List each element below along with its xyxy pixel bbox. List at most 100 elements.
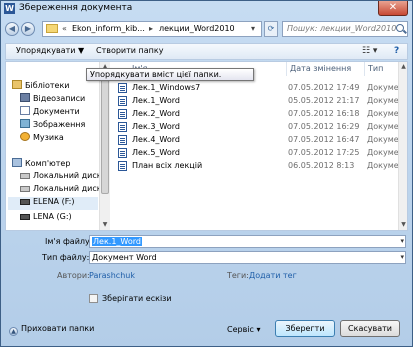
nav-item-music[interactable]: Музика [20,132,64,145]
column-header-type[interactable]: Тип [368,64,383,73]
word-document-icon [118,161,127,171]
file-row[interactable]: Лек.3_Word 07.05.2012 16:29 Документ M [110,121,407,134]
file-name: План всіх лекцій [132,161,203,170]
breadcrumb-part-current[interactable]: лекции_Word2010 [159,24,235,33]
file-date: 07.05.2012 16:29 [288,122,360,131]
word-document-icon [118,83,127,93]
computer-icon [12,158,22,167]
scroll-down-icon[interactable]: ▼ [100,220,110,230]
removable-drive-icon [20,214,30,220]
hide-folders-label: Приховати папки [21,324,95,333]
filetype-select[interactable]: Документ Word ▾ [89,251,406,264]
organize-button[interactable]: Упорядкувати ▼ [16,46,84,55]
pictures-library-icon [20,119,30,128]
save-thumbnail-checkbox[interactable] [89,294,98,303]
column-header-date[interactable]: Дата змінення [290,64,351,73]
scroll-thumb[interactable] [101,74,109,194]
word-document-icon [118,148,127,158]
file-row[interactable]: Лек.4_Word 07.05.2012 16:47 Документ M [110,134,407,147]
nav-item-computer[interactable]: Комп'ютер [12,158,70,171]
file-name: Лек.2_Word [132,109,180,118]
help-icon[interactable]: ? [394,46,399,58]
folder-icon [46,24,58,33]
file-date: 06.05.2012 8:13 [288,161,355,170]
command-toolbar: Упорядкувати ▼ Створити папку ☷ ▾ ? [5,43,408,60]
address-bar[interactable]: « Ekon_inform_kib... ▸ лекции_Word2010 ▾ [42,21,262,37]
nav-item-pictures[interactable]: Зображення [20,119,85,132]
file-list-scrollbar[interactable]: ▲ ▼ [398,62,407,230]
local-disk-icon [20,186,30,192]
hide-folders-button[interactable]: ▲ Приховати папки [9,324,94,336]
column-divider[interactable] [286,62,287,76]
word-app-icon: W [4,3,15,14]
breadcrumb-separator[interactable]: ▸ [149,24,153,33]
breadcrumb-part-parent[interactable]: Ekon_inform_kib... [72,24,145,33]
file-name: Лек.1_Windows7 [132,83,201,92]
tools-menu-button[interactable]: Сервіс ▾ [227,325,260,334]
nav-item-lena-g[interactable]: LENA (G:) [20,212,72,225]
filetype-label: Тип файлу: [42,253,90,262]
nav-item-videos[interactable]: Відеозаписи [20,93,85,106]
collapse-icon: ▲ [9,327,18,336]
file-date: 07.05.2012 17:49 [288,83,360,92]
word-document-icon [118,122,127,132]
nav-item-elena-f[interactable]: ELENA (F:) [8,197,98,210]
file-row[interactable]: Лек.1_Word 05.05.2012 21:17 Документ M [110,95,407,108]
filename-label: Ім'я файлу: [45,237,93,246]
authors-label: Автори: [57,271,90,280]
music-library-icon [20,132,30,141]
forward-button[interactable]: ▶ [21,22,35,36]
breadcrumb-overflow[interactable]: « [62,24,67,33]
scroll-down-icon[interactable]: ▼ [399,220,407,230]
scroll-up-icon[interactable]: ▲ [399,62,407,72]
navigation-pane-scrollbar[interactable]: ▲ ▼ [99,62,110,230]
removable-drive-icon [20,199,30,205]
nav-item-libraries[interactable]: Бібліотеки [12,80,70,93]
nav-item-local-disk-d[interactable]: Локальний диск [20,184,102,197]
file-name: Лек.4_Word [132,135,180,144]
file-row[interactable]: Лек.2_Word 07.05.2012 16:18 Документ M [110,108,407,121]
title-bar: W Збереження документа ✕ [1,1,412,17]
save-button[interactable]: Зберегти [275,320,335,337]
file-row[interactable]: План всіх лекцій 06.05.2012 8:13 Докумен… [110,160,407,173]
new-folder-button[interactable]: Створити папку [96,46,163,55]
filename-value: Лек.1_Word [92,237,142,246]
navigation-bar: ◀ ▶ « Ekon_inform_kib... ▸ лекции_Word20… [1,19,412,41]
tags-label: Теги: [227,271,249,280]
refresh-button[interactable]: ⟳ [264,21,278,37]
file-row[interactable]: Лек.1_Windows7 07.05.2012 17:49 Документ… [110,82,407,95]
file-date: 07.05.2012 16:47 [288,135,360,144]
navigation-pane: Бібліотеки Відеозаписи Документи Зображе… [6,62,109,230]
word-document-icon [118,109,127,119]
file-name: Лек.3_Word [132,122,180,131]
column-divider[interactable] [364,62,365,76]
search-input[interactable]: Пошук: лекции_Word2010 [282,21,408,37]
nav-item-local-disk-c[interactable]: Локальний диск [20,171,102,184]
library-icon [12,80,22,89]
search-icon [396,24,404,32]
cancel-button[interactable]: Скасувати [340,320,400,337]
file-date: 07.05.2012 16:18 [288,109,360,118]
filetype-dropdown-icon[interactable]: ▾ [400,252,404,263]
close-button[interactable]: ✕ [378,1,408,16]
file-row[interactable]: Лек.5_Word 07.05.2012 17:25 Документ M [110,147,407,160]
filetype-value: Документ Word [92,253,157,262]
file-list: Ім'я Дата змінення Тип Лек.1_Windows7 07… [110,62,407,230]
save-form: Ім'я файлу: Лек.1_Word ▾ Тип файлу: Доку… [5,233,408,321]
search-placeholder: Пошук: лекции_Word2010 [287,24,397,33]
view-options-icon[interactable]: ☷ ▾ [362,46,377,58]
word-document-icon [118,135,127,145]
local-disk-icon [20,173,30,179]
filename-dropdown-icon[interactable]: ▾ [400,236,404,247]
file-name: Лек.1_Word [132,96,180,105]
filename-input[interactable]: Лек.1_Word ▾ [89,235,406,248]
file-date: 05.05.2012 21:17 [288,96,360,105]
back-button[interactable]: ◀ [5,22,19,36]
add-tag-link[interactable]: Додати тег [249,271,297,280]
word-document-icon [118,96,127,106]
authors-value[interactable]: Parashchuk [89,271,135,280]
nav-item-documents[interactable]: Документи [20,106,80,119]
organize-tooltip: Упорядкувати вміст цієї папки. [86,68,254,81]
video-library-icon [20,93,30,102]
address-dropdown-icon[interactable]: ▾ [251,24,255,33]
